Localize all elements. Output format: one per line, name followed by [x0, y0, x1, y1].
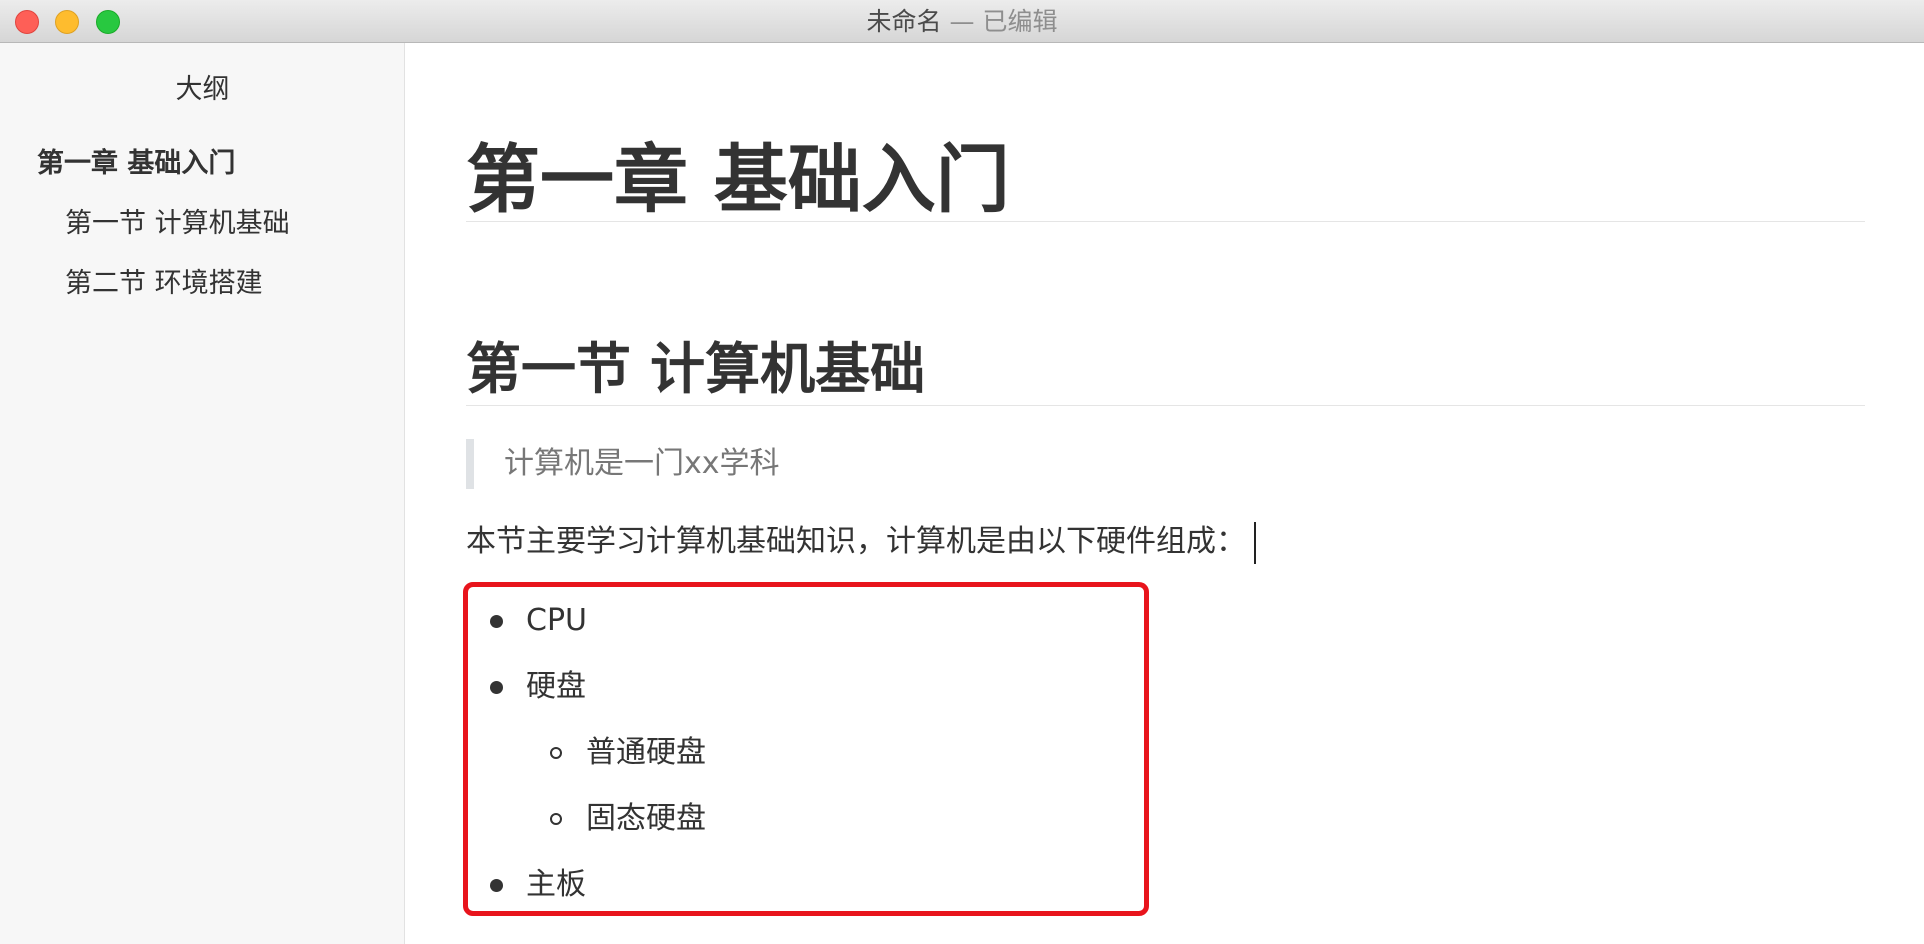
heading-2[interactable]: 第一节 计算机基础 — [466, 334, 1865, 404]
heading-1[interactable]: 第一章 基础入门 — [466, 135, 1865, 225]
window-title: 未命名 — 已编辑 — [0, 8, 1924, 36]
list-item[interactable]: 硬盘 — [526, 667, 586, 707]
outline-item-chapter-1[interactable]: 第一章 基础入门 — [37, 141, 235, 180]
text-cursor — [1254, 521, 1256, 564]
nested-list-item[interactable]: 普通硬盘 — [586, 733, 706, 773]
bullet-icon — [490, 615, 503, 628]
hollow-bullet-icon — [550, 747, 562, 759]
blockquote-text: 计算机是一门xx学科 — [504, 446, 780, 481]
heading-2-divider — [466, 405, 1865, 406]
bullet-icon — [490, 681, 503, 694]
editor-window: 未命名 — 已编辑 大纲 第一章 基础入门 第一节 计算机基础 第二节 环境搭建… — [0, 0, 1924, 944]
outline-title: 大纲 — [175, 74, 230, 105]
bullet-icon — [490, 879, 503, 892]
list-item[interactable]: CPU — [526, 601, 587, 641]
edited-status: 已编辑 — [982, 7, 1058, 36]
outline-sidebar: 大纲 第一章 基础入门 第一节 计算机基础 第二节 环境搭建 — [0, 43, 405, 944]
title-bar[interactable]: 未命名 — 已编辑 — [0, 0, 1924, 43]
document-name: 未命名 — [866, 7, 942, 36]
heading-1-divider — [466, 221, 1865, 222]
paragraph[interactable]: 本节主要学习计算机基础知识，计算机是由以下硬件组成： — [466, 517, 1256, 567]
title-separator: — — [949, 7, 975, 36]
hollow-bullet-icon — [550, 813, 562, 825]
blockquote[interactable]: 计算机是一门xx学科 — [466, 439, 780, 489]
nested-list-item[interactable]: 固态硬盘 — [586, 799, 706, 839]
editor-area[interactable]: 第一章 基础入门 第一节 计算机基础 计算机是一门xx学科 本节主要学习计算机基… — [406, 43, 1924, 944]
outline-item-section-2[interactable]: 第二节 环境搭建 — [65, 261, 263, 300]
paragraph-text: 本节主要学习计算机基础知识，计算机是由以下硬件组成： — [466, 524, 1246, 559]
outline-item-section-1[interactable]: 第一节 计算机基础 — [65, 201, 290, 240]
list-item[interactable]: 主板 — [526, 865, 586, 905]
